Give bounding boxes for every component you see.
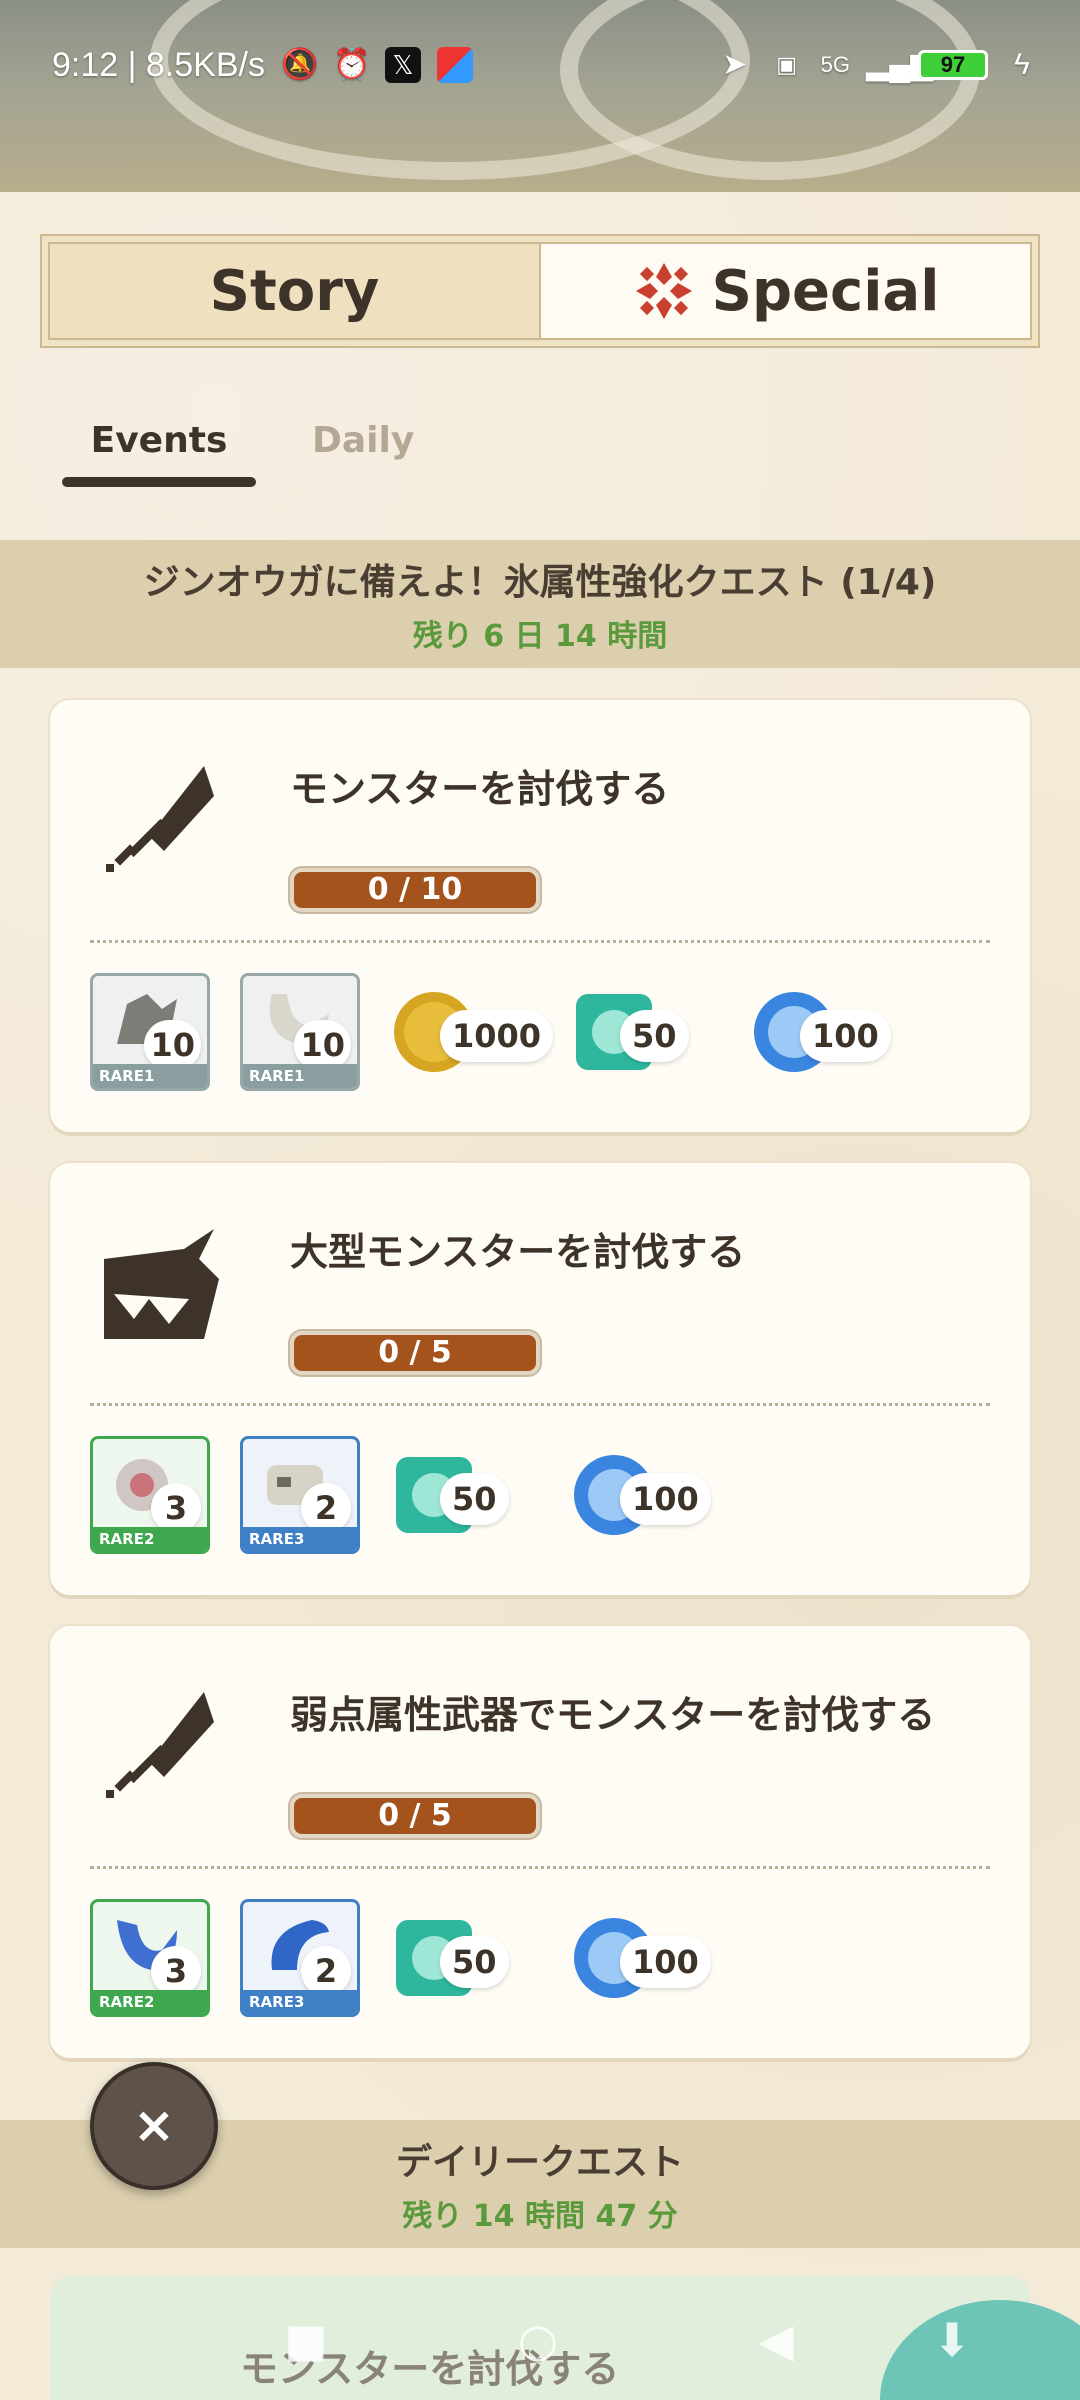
quest-progress-bar: 0 / 5 xyxy=(290,1331,540,1375)
item-quantity: 2 xyxy=(301,1946,351,1996)
charging-icon: ϟ xyxy=(1014,48,1030,81)
currency-amount: 50 xyxy=(440,1473,509,1525)
quest-progress-bar: 0 / 5 xyxy=(290,1794,540,1838)
subtab-daily[interactable]: Daily xyxy=(312,420,414,487)
network-indicator: 5G xyxy=(820,52,850,77)
daily-section-remaining: 残り 14 時間 47 分 xyxy=(402,2199,678,2234)
quest-card[interactable]: 大型モンスターを討伐する 0 / 5 3 RARE2 2 RARE3 50 10… xyxy=(50,1163,1030,1595)
tab-special-label: Special xyxy=(711,258,940,324)
large-monster-icon xyxy=(104,1229,219,1339)
recents-icon[interactable]: ■ xyxy=(276,2310,336,2370)
reward-currency[interactable]: 50 xyxy=(570,982,720,1082)
quest-card[interactable]: 弱点属性武器でモンスターを討伐する 0 / 5 3 RARE2 2 RARE3 … xyxy=(50,1626,1030,2058)
item-quantity: 3 xyxy=(151,1483,201,1533)
signal-strength-icon: ▂▄▆ xyxy=(866,48,934,81)
battery-indicator: 97 xyxy=(918,50,988,80)
reward-currency[interactable]: 100 xyxy=(750,982,900,1082)
reward-currency[interactable]: 100 xyxy=(570,1908,720,2008)
rarity-label: RARE3 xyxy=(243,1990,357,2014)
sub-tab-bar: Events Daily xyxy=(62,420,414,487)
reward-currency[interactable]: 50 xyxy=(390,1445,540,1545)
subtab-events[interactable]: Events xyxy=(62,420,256,487)
back-icon[interactable]: ◀ xyxy=(746,2310,806,2370)
currency-amount: 100 xyxy=(800,1010,891,1062)
divider xyxy=(90,1866,990,1869)
rarity-label: RARE2 xyxy=(93,1527,207,1551)
item-quantity: 10 xyxy=(294,1020,351,1070)
volte-icon: ▣ xyxy=(776,52,798,77)
reward-list: 3 RARE2 2 RARE3 50 100 xyxy=(90,1433,720,1557)
event-section-title: ジンオウガに備えよ！氷属性強化クエスト (1/4) xyxy=(143,562,937,603)
quest-title: モンスターを討伐する xyxy=(290,767,670,811)
reward-currency[interactable]: 1000 xyxy=(390,982,554,1082)
reward-item[interactable]: 10 RARE1 xyxy=(240,973,360,1091)
tab-story[interactable]: Story xyxy=(50,244,541,338)
quest-progress-bar: 0 / 10 xyxy=(290,868,540,912)
currency-amount: 50 xyxy=(440,1936,509,1988)
divider xyxy=(90,940,990,943)
event-section-remaining: 残り 6 日 14 時間 xyxy=(412,619,668,654)
mute-icon: 🔕 xyxy=(280,48,319,81)
currency-amount: 50 xyxy=(620,1010,689,1062)
rarity-label: RARE3 xyxy=(243,1527,357,1551)
x-app-icon: 𝕏 xyxy=(384,47,421,83)
status-bar: 9:12 | 8.5KB/s 🔕 ⏰ 𝕏 ➤ ▣ 5G ▂▄▆ 97 ϟ xyxy=(0,0,1080,130)
app-notification-icon xyxy=(436,47,473,83)
home-icon[interactable]: ○ xyxy=(508,2310,568,2370)
item-quantity: 3 xyxy=(151,1946,201,1996)
location-icon: ➤ xyxy=(722,48,748,81)
rarity-label: RARE2 xyxy=(93,1990,207,2014)
sword-icon xyxy=(106,1692,214,1798)
reward-currency[interactable]: 50 xyxy=(390,1908,540,2008)
reward-item[interactable]: 3 RARE2 xyxy=(90,1899,210,2017)
quest-title: 大型モンスターを討伐する xyxy=(290,1230,746,1274)
item-quantity: 2 xyxy=(301,1483,351,1533)
reward-item[interactable]: 2 RARE3 xyxy=(240,1436,360,1554)
reward-item[interactable]: 10 RARE1 xyxy=(90,973,210,1091)
reward-list: 3 RARE2 2 RARE3 50 100 xyxy=(90,1896,720,2020)
divider xyxy=(90,1403,990,1406)
special-emblem-icon xyxy=(635,263,692,319)
system-nav-bar: ■ ○ ◀ ⬇ xyxy=(0,2310,1080,2400)
main-tab-bar: Story Special xyxy=(40,234,1040,348)
sword-icon xyxy=(106,766,214,872)
rarity-label: RARE1 xyxy=(243,1064,357,1088)
rarity-label: RARE1 xyxy=(93,1064,207,1088)
reward-list: 10 RARE1 10 RARE1 1000 50 100 xyxy=(90,970,900,1094)
currency-amount: 100 xyxy=(620,1473,711,1525)
close-button[interactable]: × xyxy=(90,2062,218,2190)
item-quantity: 10 xyxy=(144,1020,201,1070)
reward-currency[interactable]: 100 xyxy=(570,1445,720,1545)
download-icon[interactable]: ⬇ xyxy=(922,2310,982,2370)
reward-item[interactable]: 3 RARE2 xyxy=(90,1436,210,1554)
event-section-header: ジンオウガに備えよ！氷属性強化クエスト (1/4) 残り 6 日 14 時間 xyxy=(0,540,1080,668)
tab-special[interactable]: Special xyxy=(541,244,1030,338)
quest-card[interactable]: モンスターを討伐する 0 / 10 10 RARE1 10 RARE1 1000… xyxy=(50,700,1030,1132)
status-time: 9:12 | 8.5KB/s xyxy=(52,45,265,84)
currency-amount: 100 xyxy=(620,1936,711,1988)
quest-title: 弱点属性武器でモンスターを討伐する xyxy=(290,1693,936,1737)
alarm-icon: ⏰ xyxy=(332,48,371,81)
reward-item[interactable]: 2 RARE3 xyxy=(240,1899,360,2017)
tab-story-label: Story xyxy=(209,258,380,324)
currency-amount: 1000 xyxy=(440,1010,554,1062)
